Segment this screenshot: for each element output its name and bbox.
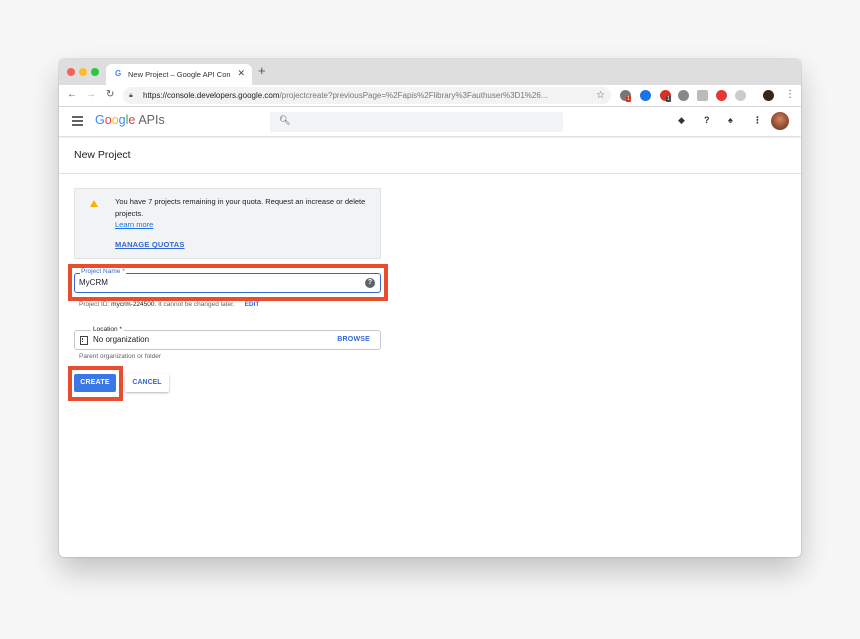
building-icon: [80, 336, 88, 345]
page-heading: New Project: [59, 137, 801, 174]
extension-badge: 1: [666, 96, 671, 102]
location-value: No organization: [93, 335, 150, 344]
extension-icon[interactable]: [640, 90, 651, 101]
manage-quotas-link[interactable]: MANAGE QUOTAS: [115, 240, 185, 249]
tab-strip: G New Project – Google API Con ✕ +: [59, 59, 801, 85]
warning-icon: [90, 200, 98, 207]
minimize-window-button[interactable]: [79, 68, 87, 76]
close-window-button[interactable]: [67, 68, 75, 76]
url-host: https://console.developers.google.com: [143, 91, 280, 100]
google-apis-logo[interactable]: Google APIs: [95, 113, 165, 127]
page-title: New Project: [74, 149, 131, 161]
extension-badge: 1: [626, 96, 631, 102]
quota-notice: You have 7 projects remaining in your qu…: [74, 188, 381, 259]
project-id-value: mycrm-224500: [111, 301, 155, 308]
tab-close-icon[interactable]: ✕: [237, 68, 245, 79]
search-input[interactable]: 🔍︎: [270, 112, 563, 132]
lock-icon: 🔒︎: [129, 92, 133, 99]
more-vert-icon[interactable]: ⋮: [785, 89, 795, 100]
maximize-window-button[interactable]: [91, 68, 99, 76]
project-name-field[interactable]: Project Name * MyCRM ?: [74, 268, 381, 293]
browser-window: G New Project – Google API Con ✕ + ← → ↻…: [59, 59, 801, 557]
menu-icon[interactable]: [72, 116, 83, 126]
reload-icon[interactable]: ↻: [106, 89, 114, 101]
extension-icon[interactable]: [735, 90, 746, 101]
project-id-text: Project ID: mycrm-224500. It cannot be c…: [79, 301, 260, 308]
search-icon: 🔍︎: [279, 115, 291, 125]
extension-icon[interactable]: [678, 90, 689, 101]
forward-arrow-icon[interactable]: →: [86, 89, 96, 101]
new-tab-button[interactable]: +: [258, 64, 266, 78]
user-avatar[interactable]: [771, 112, 789, 130]
location-label: Location *: [91, 326, 124, 334]
address-bar[interactable]: 🔒︎ https://console.developers.google.com…: [123, 87, 611, 104]
help-icon[interactable]: ?: [704, 115, 710, 125]
learn-more-link[interactable]: Learn more: [115, 220, 153, 229]
profile-avatar[interactable]: [763, 90, 774, 101]
tab-title: New Project – Google API Con: [128, 70, 231, 79]
create-button[interactable]: CREATE: [74, 374, 116, 392]
browser-tab[interactable]: G New Project – Google API Con ✕: [106, 64, 252, 85]
google-favicon-icon: G: [115, 69, 122, 78]
browse-button[interactable]: BROWSE: [337, 336, 370, 343]
location-field[interactable]: Location * No organization BROWSE: [74, 326, 381, 350]
location-hint: Parent organization or folder: [79, 353, 162, 360]
notifications-icon[interactable]: ♠: [728, 115, 733, 125]
cancel-button[interactable]: CANCEL: [125, 374, 169, 392]
project-name-label: Project Name *: [80, 268, 126, 276]
app-header: Google APIs 🔍︎ ◆ ? ♠ ⋮: [59, 107, 801, 136]
more-vert-icon[interactable]: ⋮: [753, 115, 762, 126]
extension-icon[interactable]: [697, 90, 708, 101]
feedback-icon[interactable]: ◆: [678, 115, 685, 126]
project-name-value: MyCRM: [79, 278, 108, 287]
extension-icon[interactable]: [716, 90, 727, 101]
quota-message: You have 7 projects remaining in your qu…: [115, 197, 366, 218]
help-icon[interactable]: ?: [365, 278, 375, 288]
back-arrow-icon[interactable]: ←: [67, 89, 77, 101]
browser-toolbar: ← → ↻ 🔒︎ https://console.developers.goog…: [59, 85, 801, 107]
edit-project-id-link[interactable]: EDIT: [245, 301, 260, 308]
url-path: /projectcreate?previousPage=%2Fapis%2Fli…: [279, 91, 548, 100]
bookmark-star-icon[interactable]: ☆: [596, 87, 605, 104]
